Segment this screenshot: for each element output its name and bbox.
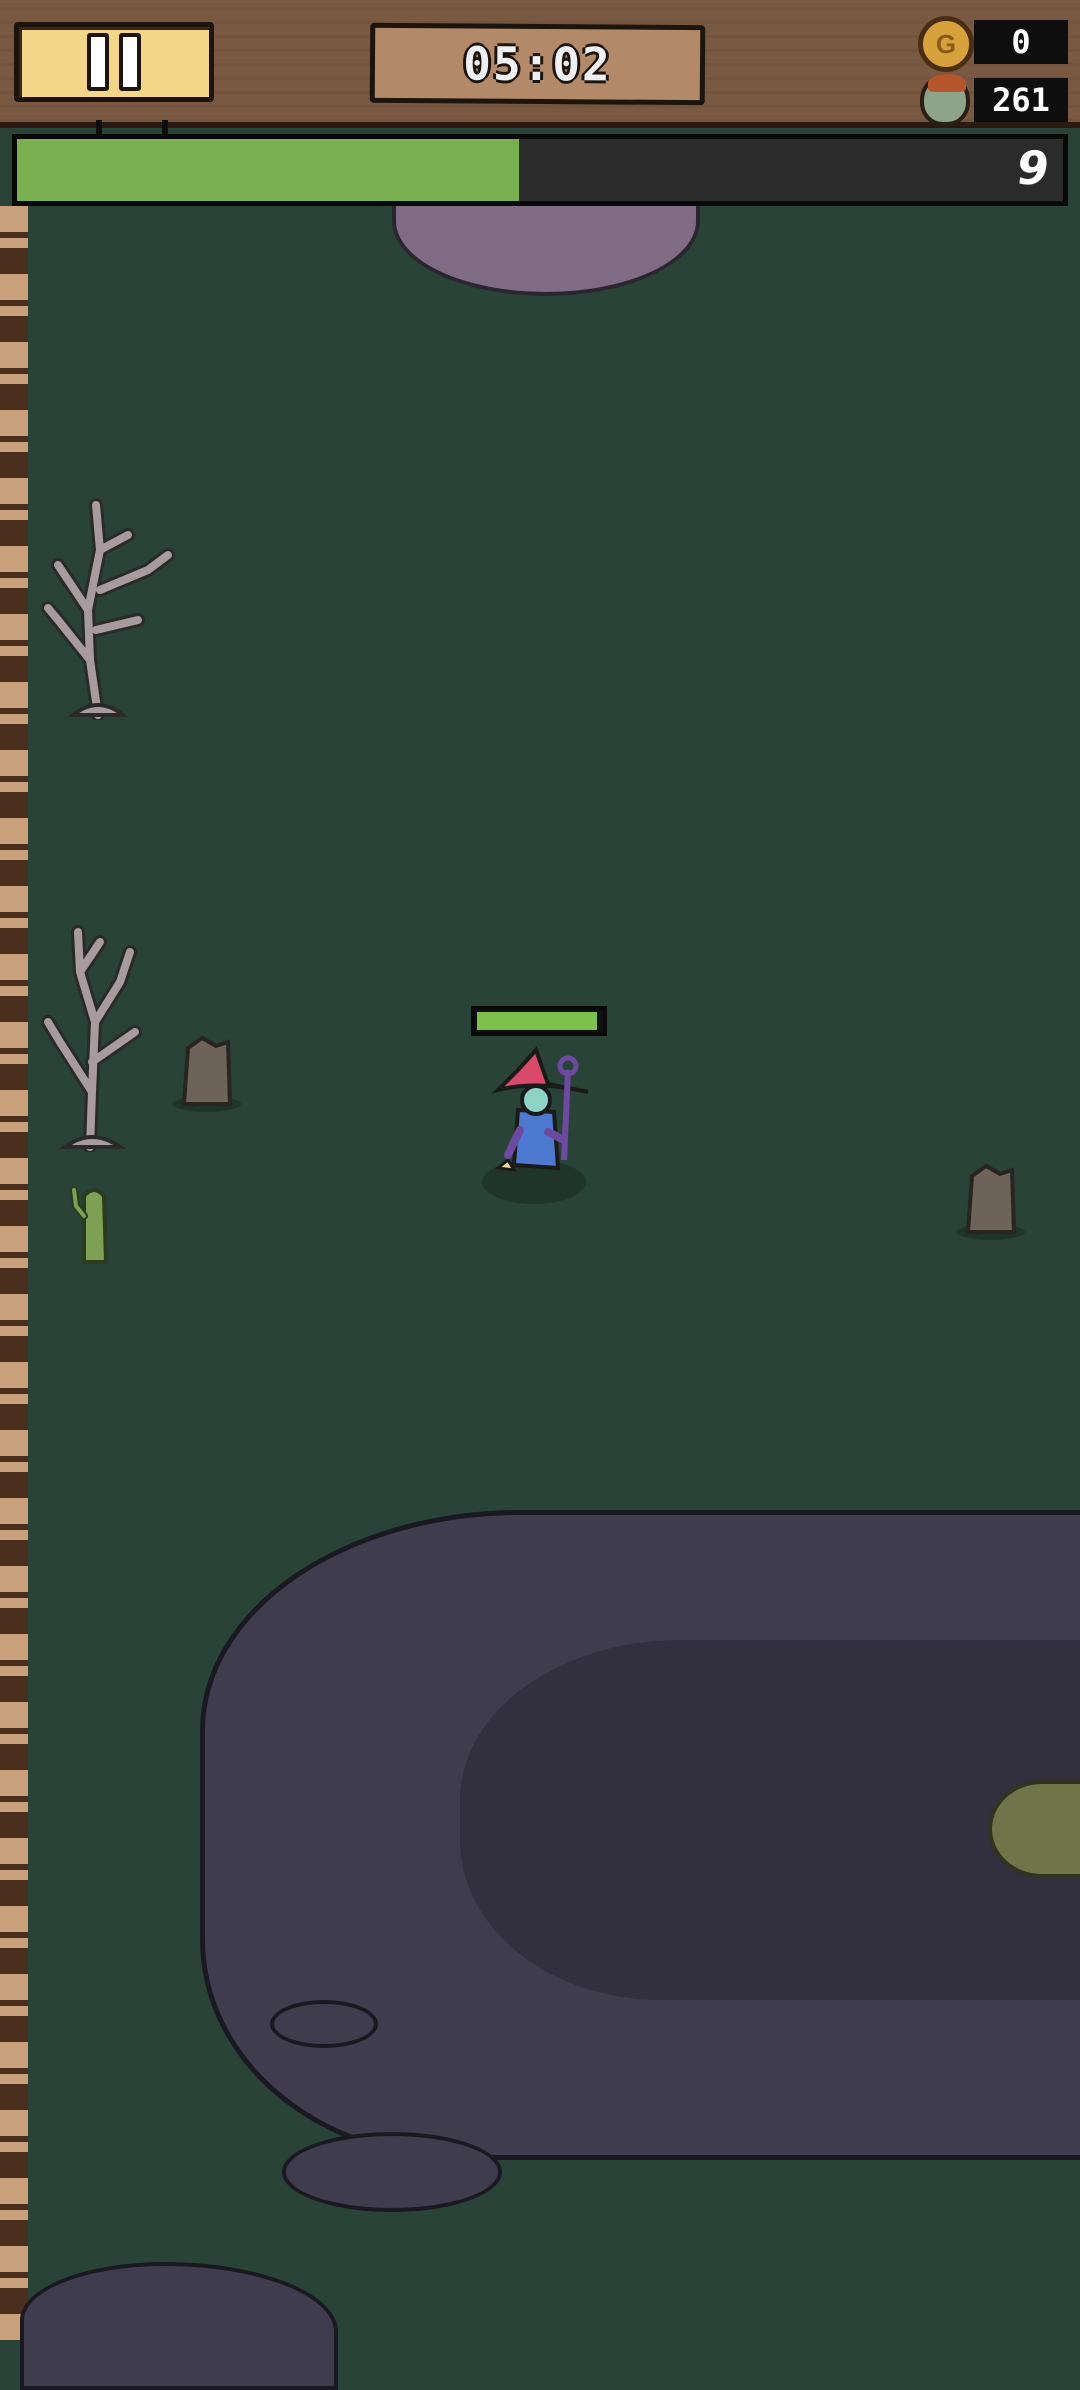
player-level: 9 — [1013, 141, 1053, 195]
player-health-bar — [471, 1006, 607, 1036]
coin-counter: 0 — [974, 20, 1068, 64]
tree-stump — [173, 1035, 241, 1112]
timer-plank: 05:02 — [369, 22, 706, 106]
kill-counter: 261 — [974, 78, 1068, 122]
swamp-deep — [460, 1640, 1080, 2000]
pause-icon — [87, 33, 141, 91]
dead-tree — [41, 498, 175, 720]
dead-tree — [41, 925, 142, 1152]
kill-count: 261 — [992, 81, 1050, 119]
cactus — [70, 1186, 109, 1264]
experience-bar: 9 — [12, 134, 1068, 206]
swamp-puddle — [20, 2262, 338, 2390]
game-timer: 05:02 — [463, 36, 612, 92]
swamp-puddle — [270, 2000, 378, 2048]
wooden-fence — [0, 206, 28, 2340]
pause-button[interactable] — [14, 22, 214, 102]
top-hud: 05:02 G 0 261 — [0, 0, 1080, 128]
coin-count: 0 — [1011, 23, 1031, 61]
purple-puddle — [392, 206, 700, 296]
wizard-player[interactable] — [478, 1040, 628, 1210]
player-health-fill — [477, 1012, 598, 1030]
swamp-puddle — [282, 2132, 502, 2212]
experience-fill — [17, 139, 520, 201]
tree-stump — [957, 1163, 1025, 1240]
zombie-head-icon — [920, 74, 970, 126]
coin-icon: G — [918, 16, 974, 72]
